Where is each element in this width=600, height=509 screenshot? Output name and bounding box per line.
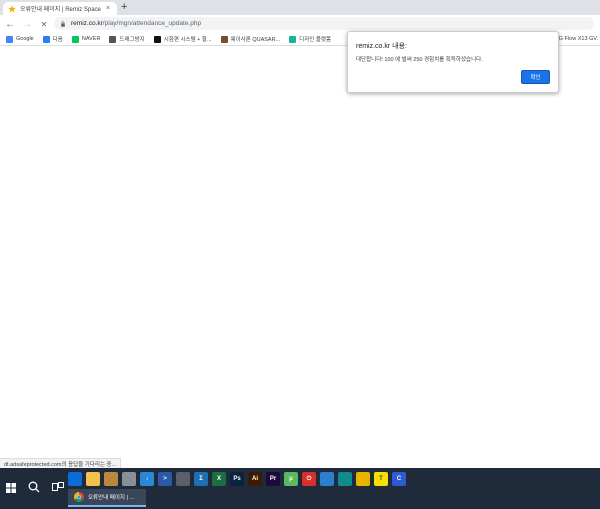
bookmark-label: NAVER (81, 36, 101, 42)
chrome-icon[interactable] (356, 472, 370, 486)
bookmark-label: 드래그방지 (119, 37, 145, 43)
lock-icon (61, 20, 65, 27)
site-favicon-icon (8, 4, 16, 13)
stop-loading-button[interactable]: ✕ (37, 17, 51, 31)
bookmark-favicon-icon (153, 35, 161, 43)
bookmark-favicon-icon (289, 35, 297, 43)
forward-button[interactable]: → (20, 17, 34, 31)
pinned-apps: ↓ > Σ X Ps Ai Pr μ ⏻ T C (68, 471, 410, 487)
premiere-icon[interactable]: Pr (266, 472, 280, 486)
bookmark-label: 디자인 플랫폼 (299, 37, 332, 43)
app-icon[interactable] (320, 472, 334, 486)
back-button[interactable]: ← (3, 17, 17, 31)
bookmark-item[interactable]: 드래그방지 (109, 35, 145, 43)
dialog-title: remiz.co.kr 내용: (356, 43, 407, 50)
url-path: /play/mgn/attendance_update.php (102, 20, 202, 27)
bookmark-label: 다음 (52, 37, 63, 43)
bookmark-overflow-label[interactable]: G Flow X13 GV. (559, 36, 598, 42)
status-bar: dt.adsafeprotected.com의 응답을 기다리는 중... (0, 458, 122, 468)
bookmark-label: Google (16, 36, 34, 42)
excel-icon[interactable]: X (212, 472, 226, 486)
bookmark-label: 시험편 시스템 + 할... (163, 37, 212, 43)
settings-app-icon[interactable]: C (392, 472, 406, 486)
bookmark-label: 웨이사론 QUASAR... (230, 37, 281, 43)
bookmark-favicon-icon (42, 35, 50, 43)
browser-window: 오류안내 페이지 | Remiz Space × + ← → ✕ remiz.c… (0, 0, 600, 509)
taskbar-chrome-window[interactable]: 오류안내 페이지 | ... (68, 489, 146, 507)
bookmark-favicon-icon (71, 35, 79, 43)
taskbar: ↓ > Σ X Ps Ai Pr μ ⏻ T C 오류안내 페이지 | ... (0, 468, 600, 509)
tab-active[interactable]: 오류안내 페이지 | Remiz Space × (3, 2, 117, 15)
url-text: remiz.co.kr/play/mgn/attendance_update.p… (71, 20, 201, 27)
ok-button[interactable]: 확인 (521, 70, 550, 84)
url-host: remiz.co.kr (71, 20, 103, 27)
drive-icon[interactable] (122, 472, 136, 486)
chrome-icon (74, 492, 84, 502)
dialog-message: 대단합니다! 100 에 벌써 250 경험치를 획득하셨습니다. (356, 57, 483, 63)
calculator-icon[interactable] (176, 472, 190, 486)
bookmark-item[interactable]: NAVER (71, 35, 101, 43)
edge-icon[interactable] (338, 472, 352, 486)
task-view-icon[interactable] (52, 482, 64, 492)
illustrator-icon[interactable]: Ai (248, 472, 262, 486)
powershell-icon[interactable]: > (158, 472, 172, 486)
photoshop-icon[interactable]: Ps (230, 472, 244, 486)
tab-strip: 오류안내 페이지 | Remiz Space × + (0, 0, 600, 15)
bookmark-favicon-icon (220, 35, 228, 43)
torrent-icon[interactable]: μ (284, 472, 298, 486)
download-icon[interactable]: ↓ (140, 472, 154, 486)
bookmark-item[interactable]: Google (6, 35, 34, 43)
address-bar[interactable]: remiz.co.kr/play/mgn/attendance_update.p… (54, 17, 594, 30)
new-tab-button[interactable]: + (121, 1, 127, 13)
bookmark-favicon-icon (109, 35, 117, 43)
bookmark-favicon-icon (6, 35, 13, 43)
windows-start-icon[interactable] (6, 483, 16, 493)
package-icon[interactable] (104, 472, 118, 486)
taskbar-window-label: 오류안내 페이지 | ... (88, 495, 135, 501)
bookmark-item[interactable]: 디자인 플랫폼 (289, 35, 331, 43)
bookmark-item[interactable]: 다음 (42, 35, 63, 43)
kakaotalk-icon[interactable]: T (374, 472, 388, 486)
tab-title: 오류안내 페이지 | Remiz Space (20, 7, 101, 13)
tab-close-icon[interactable]: × (104, 5, 112, 12)
mail-icon[interactable] (68, 472, 82, 486)
alert-dialog: remiz.co.kr 내용: 대단합니다! 100 에 벌써 250 경험치를… (347, 31, 559, 93)
file-explorer-icon[interactable] (86, 472, 100, 486)
bookmark-item[interactable]: 웨이사론 QUASAR... (220, 35, 281, 43)
power-icon[interactable]: ⏻ (302, 472, 316, 486)
search-icon[interactable] (28, 481, 40, 493)
terminal-icon[interactable]: Σ (194, 472, 208, 486)
bookmark-item[interactable]: 시험편 시스템 + 할... (153, 35, 212, 43)
